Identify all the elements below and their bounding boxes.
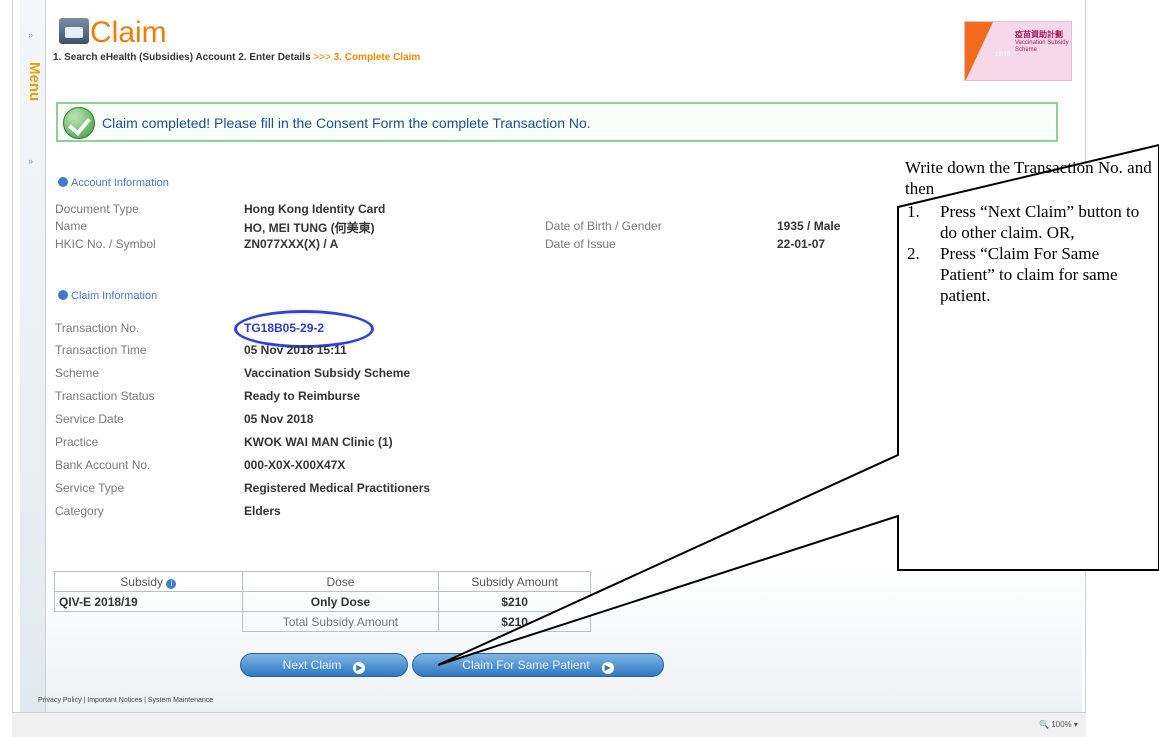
transaction-time-value: 05 Nov 2018 15:11 — [244, 343, 347, 357]
dob-gender-label: Date of Birth / Gender — [545, 219, 662, 233]
table-total-row: Total Subsidy Amount $210 — [55, 611, 591, 632]
bullet-icon — [58, 177, 68, 187]
collapse-icon[interactable]: » — [28, 30, 33, 40]
callout-step: 2. Press “Claim For Same Patient” to clai… — [905, 243, 1155, 306]
category-value: Elders — [244, 504, 281, 518]
service-type-value: Registered Medical Practitioners — [244, 481, 431, 495]
callout-step-text: Press “Claim For Same Patient” to claim … — [940, 244, 1118, 305]
step-complete-claim: 3. Complete Claim — [333, 52, 421, 63]
document-type-value: Hong Kong Identity Card — [244, 202, 386, 216]
checkmark-icon — [63, 107, 95, 139]
banner-title: 疫苗資助計劃 — [1015, 30, 1063, 39]
name-label: Name — [55, 219, 88, 233]
practice-value: KWOK WAI MAN Clinic (1) — [244, 435, 393, 449]
dob-gender-value: 1935 / Male — [777, 219, 841, 233]
zoom-control[interactable]: 🔍 100% ▾ — [1039, 720, 1078, 729]
bank-account-label: Bank Account No. — [55, 458, 151, 472]
transaction-time-label: Transaction Time — [55, 343, 147, 357]
name-value: HO, MEI TUNG (何美東) — [244, 221, 375, 235]
arrow-right-icon: ▶ — [601, 662, 614, 674]
claim-logo-icon — [59, 18, 89, 44]
service-date-label: Service Date — [55, 412, 124, 426]
amount-cell: $210 — [438, 591, 591, 612]
callout-intro: Write down the Transaction No. and then — [905, 158, 1152, 198]
claim-info-heading-text: Claim Information — [71, 290, 158, 302]
next-claim-button[interactable]: Next Claim ▶ — [240, 653, 408, 677]
menu-label[interactable]: Menu — [23, 62, 43, 101]
zoom-icon: 🔍 — [1039, 720, 1049, 729]
total-label-cell: Total Subsidy Amount — [241, 611, 440, 632]
subsidy-cell: QIV-E 2018/19 — [54, 591, 243, 612]
arrow-right-icon: ▶ — [353, 662, 366, 674]
scheme-label: Scheme — [55, 366, 100, 380]
date-of-issue-label: Date of Issue — [545, 237, 616, 251]
subsidy-amount-header: Subsidy Amount — [438, 571, 591, 592]
table-row: QIV-E 2018/19 Only Dose $210 — [54, 591, 591, 612]
banner-triangle — [965, 22, 993, 80]
success-message: Claim completed! Please fill in the Cons… — [102, 115, 591, 131]
claim-info-heading: Claim Information — [58, 290, 157, 302]
status-bar: 🔍 100% ▾ — [12, 712, 1086, 737]
dose-header: Dose — [241, 571, 440, 592]
empty-cell — [55, 612, 243, 632]
callout-step: 1. Press “Next Claim” button to do other … — [905, 201, 1155, 243]
total-amount-cell: $210 — [438, 611, 591, 632]
step-chevrons: >>> — [313, 52, 331, 63]
bullet-icon — [58, 290, 68, 300]
subsidy-header: Subsidy i — [54, 571, 243, 592]
scheme-value: Vaccination Subsidy Scheme — [244, 366, 411, 380]
claim-same-patient-button[interactable]: Claim For Same Patient ▶ — [412, 653, 664, 677]
transaction-no-label: Transaction No. — [55, 321, 140, 335]
footer-links[interactable]: Privacy Policy | Important Notices | Sys… — [38, 697, 213, 704]
hkic-label: HKIC No. / Symbol — [55, 237, 156, 251]
next-claim-label: Next Claim — [282, 658, 342, 672]
banner-year: 18/19 — [995, 52, 1011, 58]
chevron-down-icon[interactable]: ▾ — [1074, 720, 1078, 729]
banner-subtitle: Vaccination Subsidy Scheme — [1015, 40, 1069, 53]
callout-text: Write down the Transaction No. and then … — [905, 157, 1155, 306]
expand-icon[interactable]: » — [28, 156, 33, 166]
step-search: 1. Search eHealth (Subsidies) Account — [53, 52, 236, 63]
practice-label: Practice — [55, 435, 99, 449]
account-info-heading-text: Account Information — [71, 177, 169, 189]
service-type-label: Service Type — [55, 481, 125, 495]
account-info-heading: Account Information — [58, 177, 169, 189]
subsidy-table: Subsidy i Dose Subsidy Amount QIV-E 2018… — [54, 571, 591, 632]
service-date-value: 05 Nov 2018 — [244, 412, 314, 426]
callout-step-number: 1. — [907, 202, 920, 221]
bank-account-value: 000-X0X-X00X47X — [244, 458, 346, 472]
transaction-status-label: Transaction Status — [55, 389, 155, 403]
step-enter-details: 2. Enter Details — [238, 52, 311, 63]
date-of-issue-value: 22-01-07 — [777, 237, 826, 251]
zoom-level: 100% — [1051, 720, 1072, 729]
hkic-value: ZN077XXX(X) / A — [244, 237, 339, 251]
subsidy-header-text: Subsidy — [120, 574, 163, 589]
transaction-status-value: Ready to Reimburse — [244, 389, 361, 403]
callout-steps: 1. Press “Next Claim” button to do other … — [905, 201, 1155, 306]
dose-cell: Only Dose — [241, 591, 440, 612]
page-title: Claim — [90, 16, 167, 49]
side-menu[interactable]: » Menu » — [20, 0, 46, 712]
callout-step-text: Press “Next Claim” button to do other cl… — [940, 202, 1140, 242]
info-icon[interactable]: i — [166, 578, 177, 589]
document-type-label: Document Type — [55, 202, 139, 216]
vaccination-scheme-banner: 18/19 疫苗資助計劃 Vaccination Subsidy Scheme — [964, 21, 1072, 81]
claim-same-patient-label: Claim For Same Patient — [462, 658, 590, 672]
callout-step-number: 2. — [907, 244, 920, 263]
category-label: Category — [55, 504, 104, 518]
table-header-row: Subsidy i Dose Subsidy Amount — [54, 571, 591, 592]
success-message-box: Claim completed! Please fill in the Cons… — [56, 102, 1058, 142]
step-indicator: 1. Search eHealth (Subsidies) Account 2.… — [53, 52, 420, 63]
